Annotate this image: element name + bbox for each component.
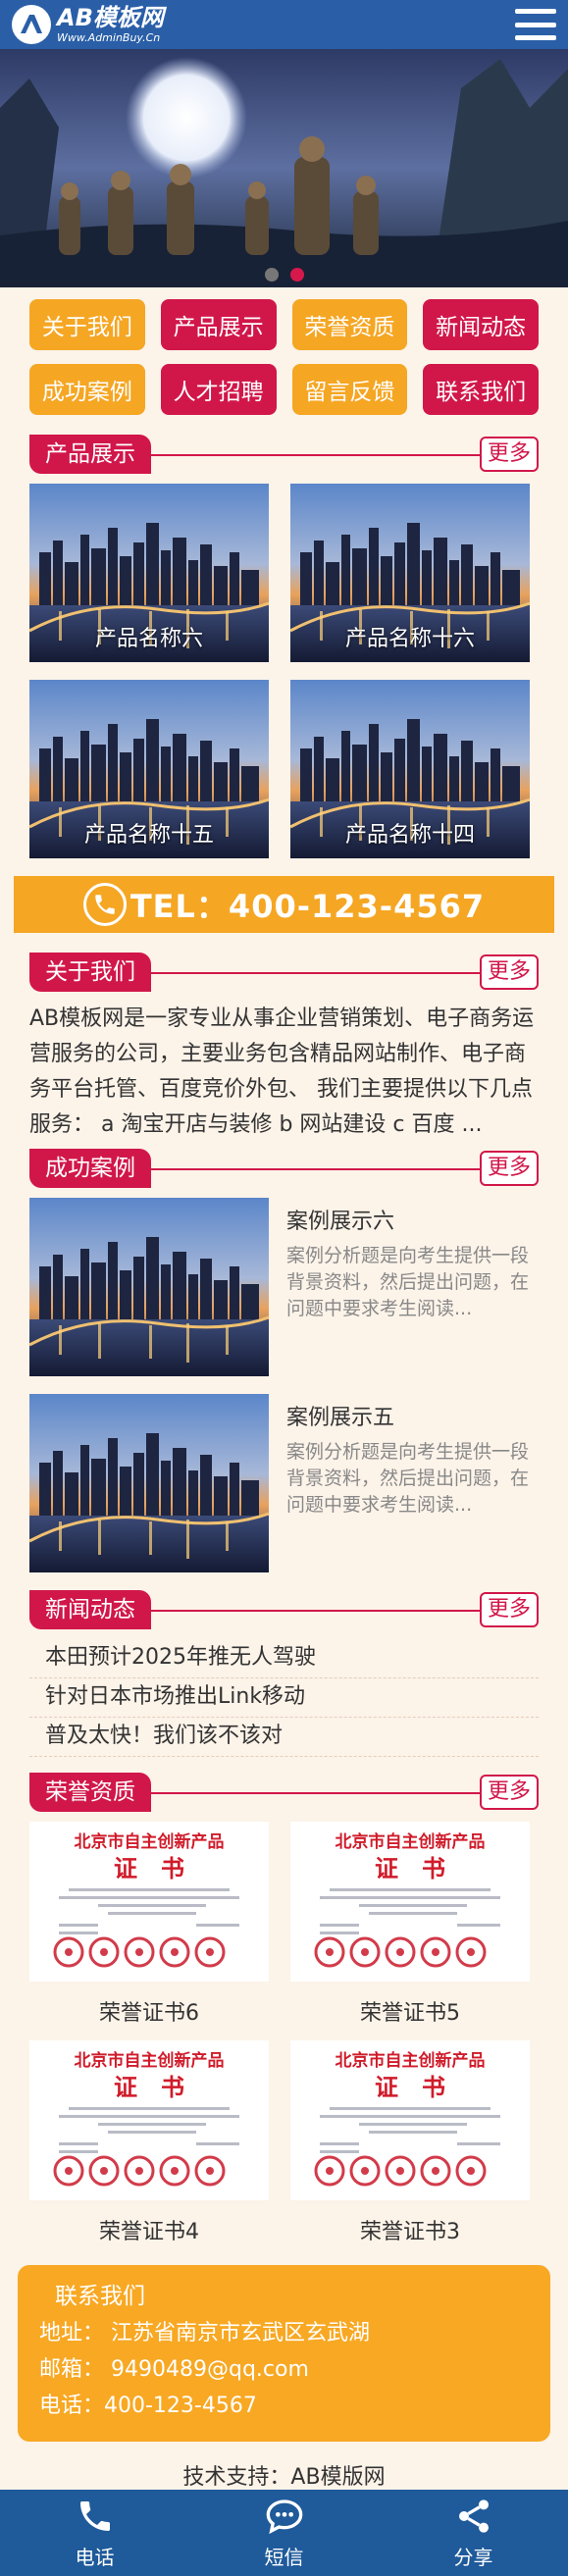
contact-box: 联系我们 地址： 江苏省南京市玄武区玄武湖 邮箱： 9490489@qq.com… (18, 2265, 550, 2442)
about-section-header: 关于我们 更多 (29, 953, 539, 992)
banner-image (0, 49, 568, 287)
section-title: 新闻动态 (29, 1590, 151, 1629)
honor-card[interactable]: 北京市自主创新产品 证 书 荣誉证书5 (288, 1820, 532, 2029)
case-description: 案例分析题是向考生提供一段背景资料，然后提出问题，在问题中要求考生阅读... (286, 1245, 530, 1319)
case-title: 案例展示六 (286, 1210, 395, 1234)
section-title: 产品展示 (29, 435, 151, 474)
product-name: 产品名称十五 (83, 823, 214, 848)
honor-name: 荣誉证书4 (99, 2220, 199, 2244)
bottom-nav: 电话 短信 分享 (0, 2490, 568, 2576)
nav-about[interactable]: 关于我们 (29, 299, 145, 350)
svg-text:证 书: 证 书 (375, 1854, 445, 1882)
product-card[interactable]: 产品名称十五 (29, 680, 269, 858)
contact-email[interactable]: 邮箱： 9490489@qq.com (39, 2351, 529, 2388)
certificate-image: 北京市自主创新产品 证 书 (27, 1820, 271, 1984)
honors-section-header: 荣誉资质 更多 (29, 1773, 539, 1812)
certificate-image: 北京市自主创新产品 证 书 (288, 2038, 532, 2202)
case-image (29, 1198, 271, 1376)
section-title: 荣誉资质 (29, 1773, 151, 1812)
product-name: 产品名称十六 (344, 627, 475, 651)
logo-subtitle: Www.AdminBuy.Cn (57, 31, 161, 44)
section-title: 成功案例 (29, 1149, 151, 1188)
section-title: 关于我们 (29, 953, 151, 992)
svg-text:北京市自主创新产品: 北京市自主创新产品 (336, 1831, 486, 1852)
honor-name: 荣誉证书5 (360, 2001, 460, 2026)
nav-honors[interactable]: 荣誉资质 (291, 299, 408, 350)
product-card[interactable]: 产品名称十四 (290, 680, 530, 858)
product-card[interactable]: 产品名称六 (29, 484, 269, 662)
honor-card[interactable]: 北京市自主创新产品 证 书 荣誉证书4 (27, 2038, 271, 2247)
svg-text:北京市自主创新产品: 北京市自主创新产品 (75, 1831, 225, 1852)
tech-support: 技术支持：AB模版网 (182, 2465, 386, 2490)
more-button[interactable]: 更多 (479, 1592, 539, 1627)
news-item[interactable]: 本田预计2025年推无人驾驶 (29, 1639, 539, 1678)
more-button[interactable]: 更多 (479, 437, 539, 472)
news-list: 本田预计2025年推无人驾驶 针对日本市场推出Link移动 普及太快！我们该不该… (0, 1639, 568, 1757)
nav-feedback[interactable]: 留言反馈 (291, 364, 408, 415)
certificate-image: 北京市自主创新产品 证 书 (288, 1820, 532, 1984)
share-icon (458, 2499, 489, 2533)
logo[interactable]: AB模板网 Www.AdminBuy.Cn (12, 5, 164, 44)
contact-phone[interactable]: 电话：400-123-4567 (39, 2388, 529, 2424)
product-name: 产品名称十四 (344, 823, 475, 848)
honors-grid: 北京市自主创新产品 证 书 荣誉证书6 北京市自主创新产品 证 书 荣誉证书5 … (0, 1820, 568, 2247)
slider-dot[interactable] (264, 268, 279, 282)
case-title: 案例展示五 (286, 1406, 395, 1430)
contact-title: 联系我们 (55, 2284, 145, 2309)
nav-contact[interactable]: 联系我们 (423, 364, 539, 415)
product-name: 产品名称六 (94, 627, 203, 651)
case-item[interactable]: 案例展示五 案例分析题是向考生提供一段背景资料，然后提出问题，在问题中要求考生阅… (0, 1394, 568, 1572)
nav-news[interactable]: 新闻动态 (423, 299, 539, 350)
slider-dots (0, 268, 568, 282)
product-grid: 产品名称六 产品名称十六 产品名称十五 产品名称十四 (0, 484, 568, 858)
honor-card[interactable]: 北京市自主创新产品 证 书 荣誉证书6 (27, 1820, 271, 2029)
more-button[interactable]: 更多 (479, 1775, 539, 1810)
message-icon (266, 2499, 302, 2534)
logo-icon (12, 5, 51, 44)
tel-banner[interactable]: TEL：400-123-4567 (14, 876, 554, 933)
footer-share[interactable]: 分享 (415, 2497, 533, 2570)
svg-text:证 书: 证 书 (114, 1854, 184, 1882)
logo-title: AB模板网 (57, 4, 164, 31)
honor-name: 荣誉证书3 (360, 2220, 460, 2244)
header: AB模板网 Www.AdminBuy.Cn (0, 0, 568, 49)
products-section-header: 产品展示 更多 (29, 435, 539, 474)
svg-text:证 书: 证 书 (375, 2073, 445, 2101)
nav-products[interactable]: 产品展示 (160, 299, 277, 350)
case-image (29, 1394, 271, 1572)
honor-card[interactable]: 北京市自主创新产品 证 书 荣誉证书3 (288, 2038, 532, 2247)
footer-label: 电话 (75, 2545, 115, 2569)
footer-phone[interactable]: 电话 (36, 2497, 154, 2570)
nav-jobs[interactable]: 人才招聘 (160, 364, 277, 415)
about-text: AB模板网是一家专业从事企业营销策划、电子商务运营服务的公司，主要业务包含精品网… (29, 1006, 535, 1137)
certificate-image: 北京市自主创新产品 证 书 (27, 2038, 271, 2202)
svg-text:北京市自主创新产品: 北京市自主创新产品 (336, 2050, 486, 2071)
menu-icon[interactable] (515, 9, 556, 40)
case-item[interactable]: 案例展示六 案例分析题是向考生提供一段背景资料，然后提出问题，在问题中要求考生阅… (0, 1198, 568, 1376)
case-description: 案例分析题是向考生提供一段背景资料，然后提出问题，在问题中要求考生阅读... (286, 1441, 530, 1516)
nav-grid: 关于我们 产品展示 荣誉资质 新闻动态 成功案例 人才招聘 留言反馈 联系我们 (0, 287, 568, 425)
more-button[interactable]: 更多 (479, 1151, 539, 1186)
phone-icon (79, 2500, 110, 2531)
footer-message[interactable]: 短信 (226, 2497, 343, 2570)
svg-text:证 书: 证 书 (114, 2073, 184, 2101)
cases-section-header: 成功案例 更多 (29, 1149, 539, 1188)
banner-slider[interactable] (0, 49, 568, 287)
more-button[interactable]: 更多 (479, 954, 539, 990)
phone-icon (82, 883, 127, 926)
footer-label: 分享 (453, 2545, 493, 2569)
honor-name: 荣誉证书6 (99, 2001, 199, 2026)
news-section-header: 新闻动态 更多 (29, 1590, 539, 1629)
tel-text: TEL：400-123-4567 (129, 888, 486, 925)
svg-text:北京市自主创新产品: 北京市自主创新产品 (75, 2050, 225, 2071)
news-item[interactable]: 普及太快！我们该不该对 (29, 1718, 539, 1757)
product-card[interactable]: 产品名称十六 (290, 484, 530, 662)
nav-cases[interactable]: 成功案例 (29, 364, 145, 415)
contact-address: 地址： 江苏省南京市玄武区玄武湖 (39, 2321, 370, 2345)
footer-label: 短信 (264, 2545, 304, 2569)
news-item[interactable]: 针对日本市场推出Link移动 (29, 1678, 539, 1718)
slider-dot-active[interactable] (289, 268, 304, 282)
